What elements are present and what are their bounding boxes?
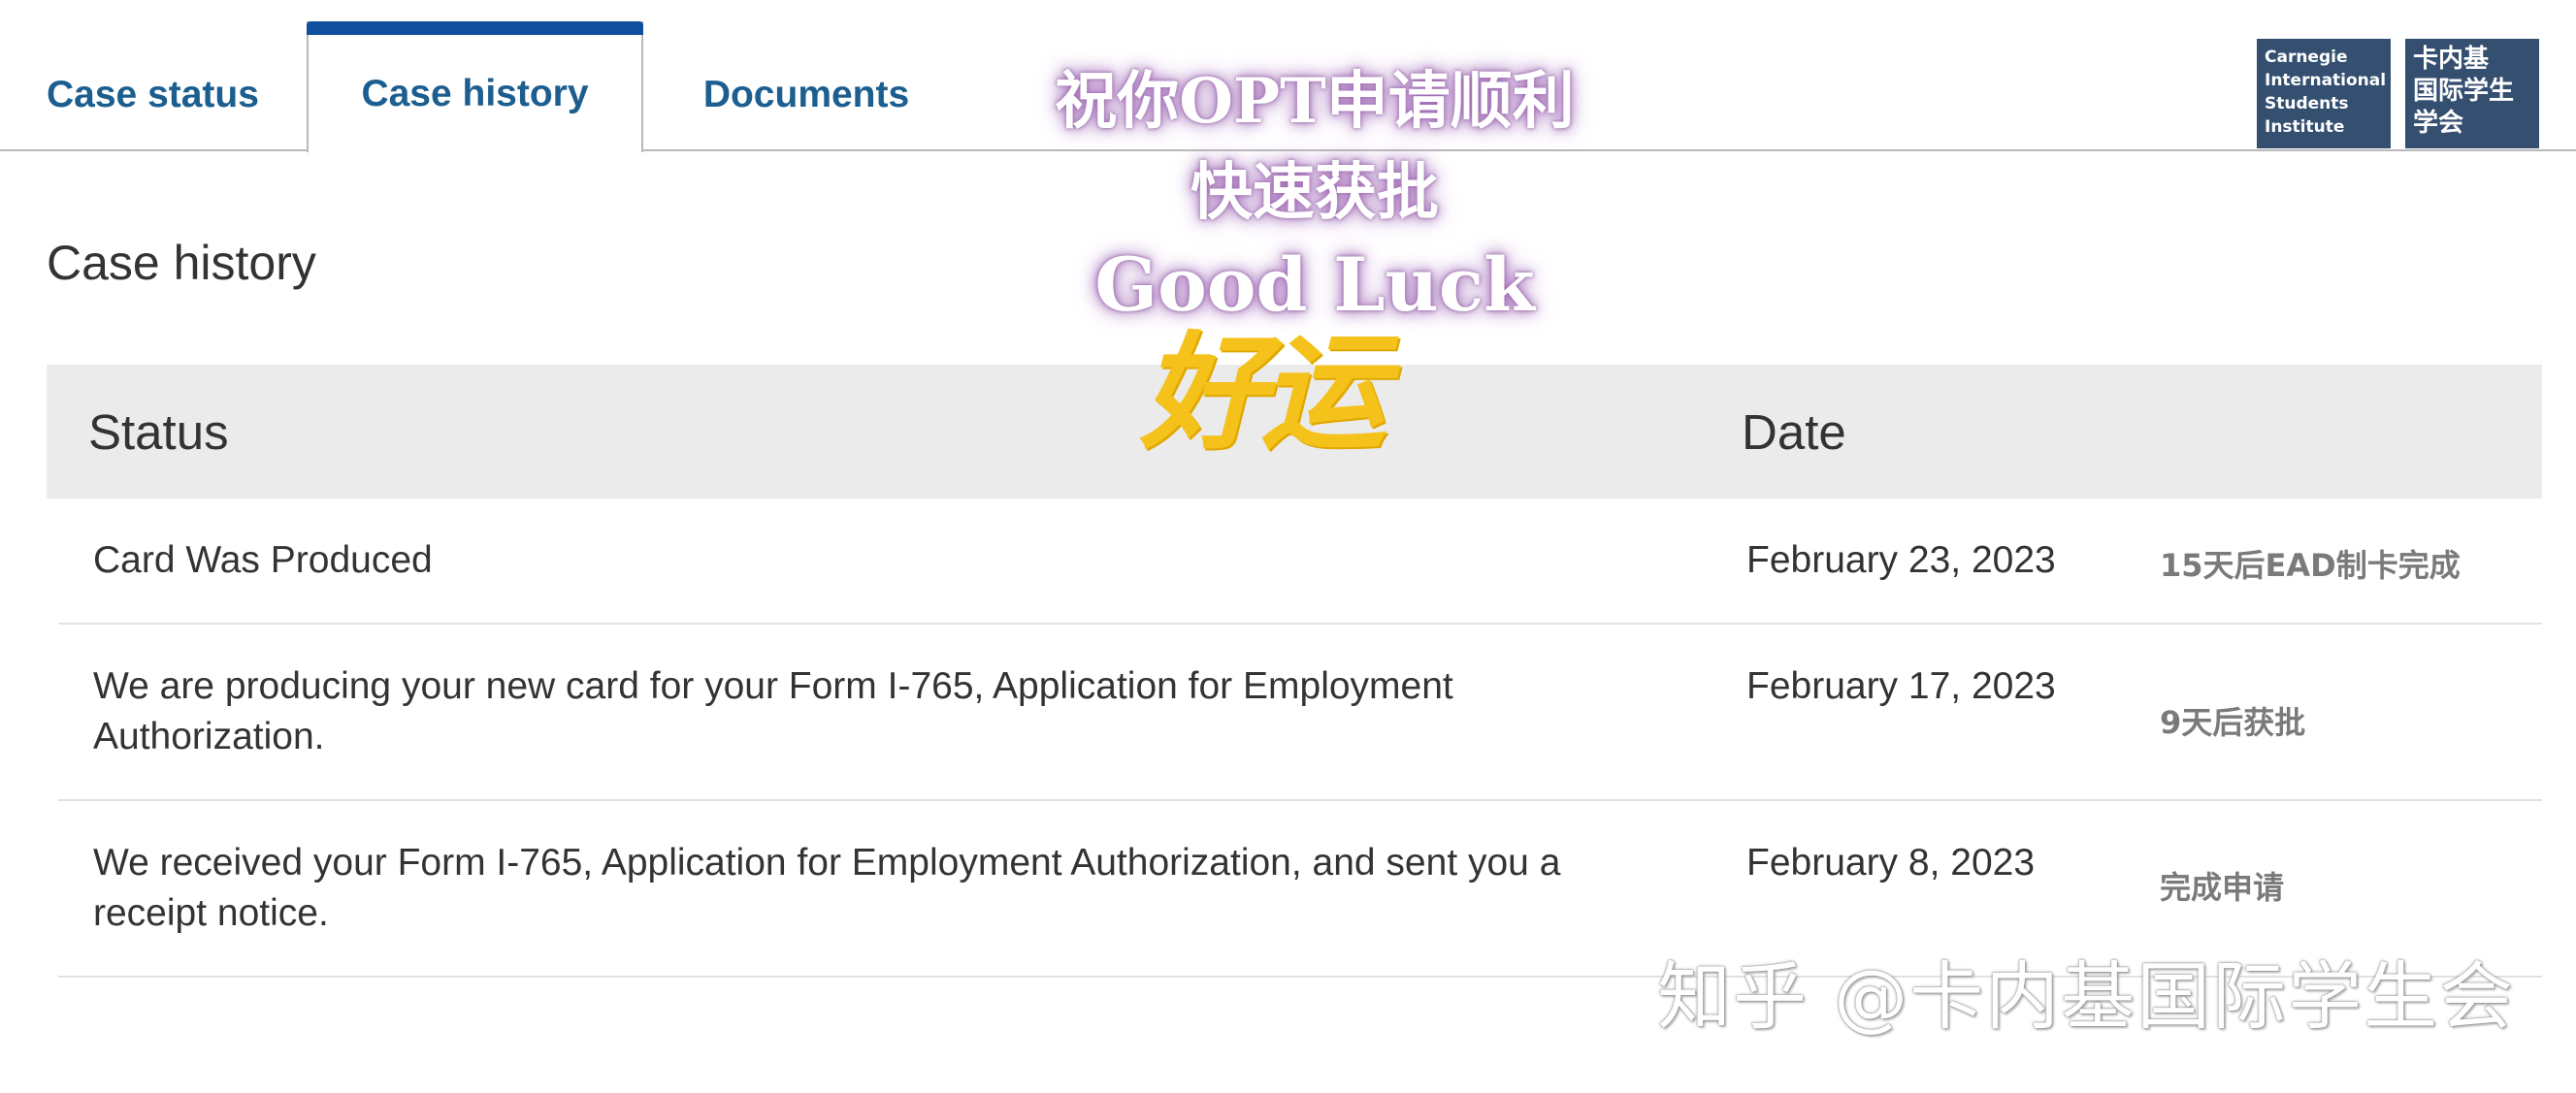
column-header-date: Date — [1742, 404, 1846, 460]
zhihu-watermark: 知乎 @卡内基国际学生会 — [1657, 953, 2516, 1040]
tab-label: Case status — [47, 73, 259, 115]
row-annotation: 完成申请 — [2160, 869, 2285, 906]
wish-line: 祝你OPT申请顺利 — [1055, 65, 1575, 138]
row-status: We are producing your new card for your … — [93, 665, 1453, 757]
logo-line: Carnegie — [2265, 48, 2348, 67]
row-status: Card Was Produced — [93, 539, 433, 581]
row-status: We received your Form I-765, Application… — [93, 842, 1561, 934]
row-annotation: 15天后EAD制卡完成 — [2160, 547, 2461, 584]
tab-case-history[interactable]: Case history — [307, 21, 643, 152]
tab-label: Documents — [702, 73, 910, 115]
logo-line: 学会 — [2413, 109, 2464, 138]
logo-line: 国际学生 — [2413, 77, 2515, 106]
carnegie-logo-english: Carnegie International Students Institut… — [2257, 39, 2391, 148]
logo-line: 卡内基 — [2413, 45, 2490, 74]
logo-line: Students — [2265, 94, 2349, 113]
row-annotation: 9天后获批 — [2160, 704, 2306, 741]
table-row: Card Was Produced February 23, 2023 15天后… — [58, 498, 2542, 625]
tab-documents[interactable]: Documents — [643, 39, 969, 150]
row-date: February 23, 2023 — [1746, 539, 2056, 581]
page-title: Case history — [47, 236, 316, 290]
logo-line: Institute — [2265, 117, 2345, 137]
logo-line: International — [2265, 71, 2387, 90]
tab-case-status[interactable]: Case status — [0, 39, 307, 150]
row-date: February 8, 2023 — [1746, 842, 2036, 884]
good-luck-calligraphy: 好运 — [1140, 318, 1386, 466]
wish-line: 快速获批 — [1190, 156, 1439, 229]
carnegie-logo-chinese: 卡内基 国际学生 学会 — [2405, 39, 2539, 148]
table-row: We are producing your new card for your … — [58, 625, 2542, 801]
tab-label: Case history — [361, 72, 589, 114]
column-header-status: Status — [88, 404, 229, 460]
row-date: February 17, 2023 — [1746, 665, 2056, 707]
